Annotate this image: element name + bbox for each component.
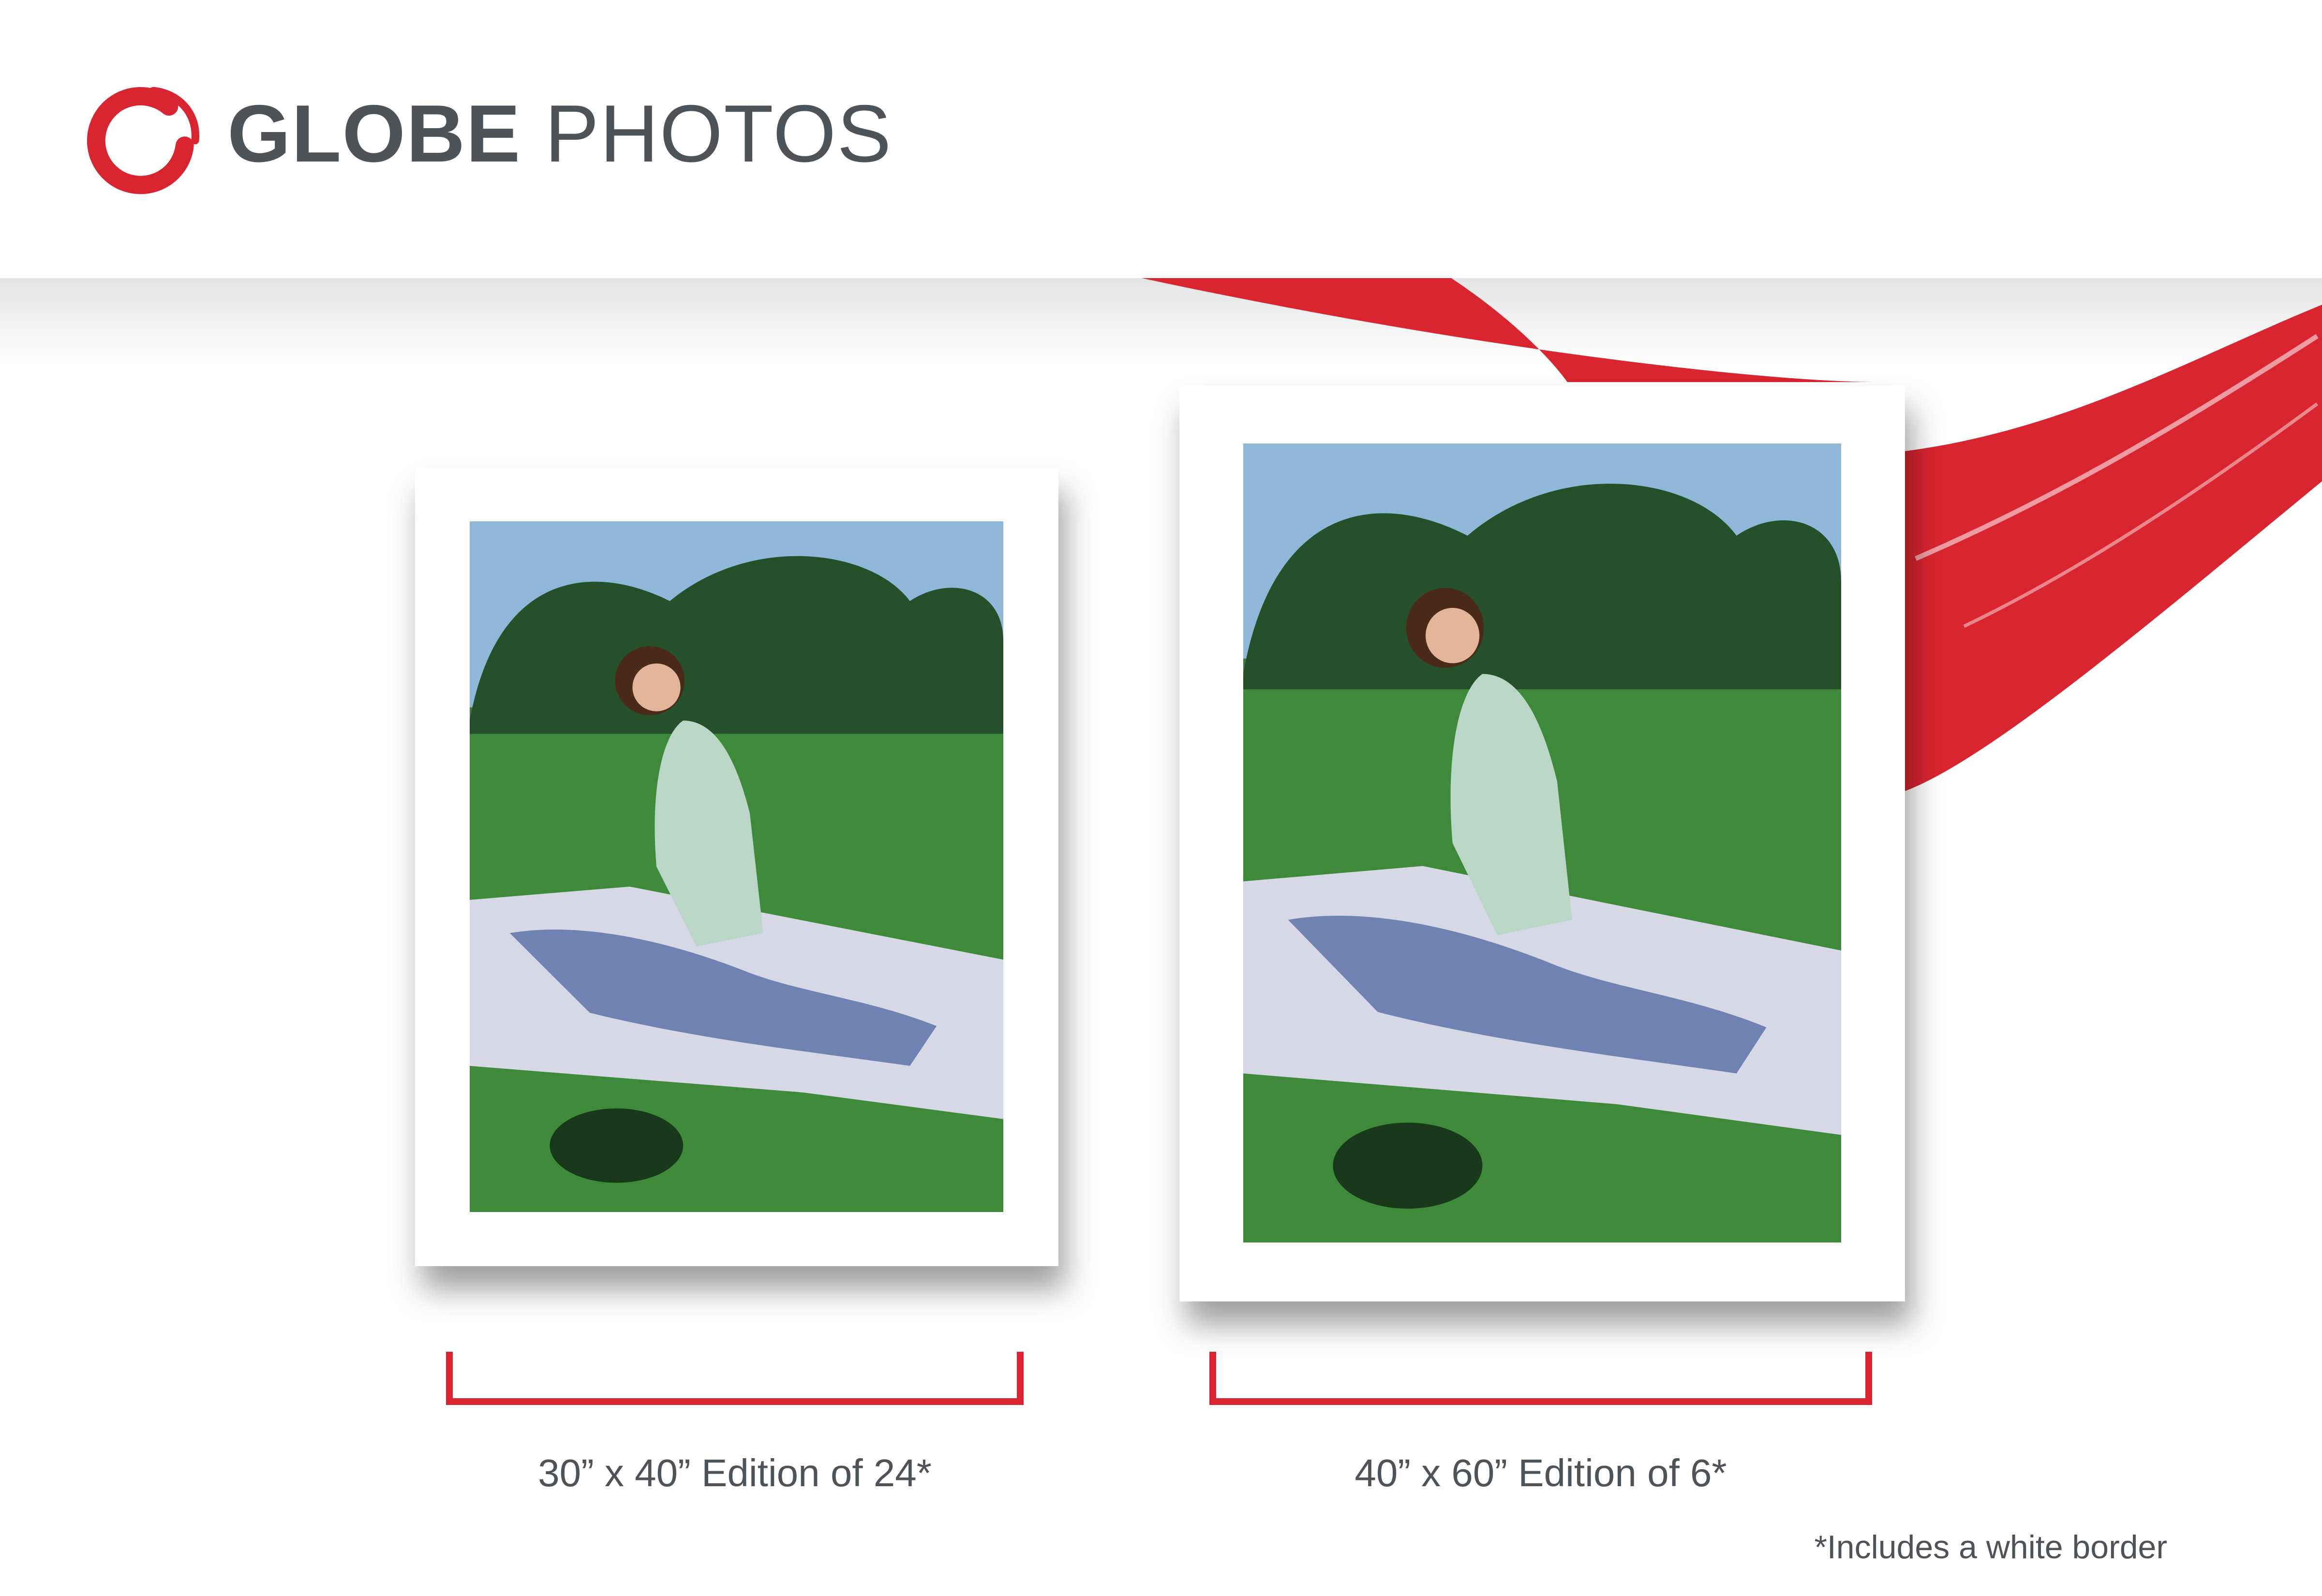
brand-name: GLOBE PHOTOS [227, 93, 892, 174]
print-40x60-photo [1243, 443, 1841, 1242]
print-40x60-label: 40” x 60” Edition of 6* [1354, 1451, 1727, 1494]
print-30x40-label: 30” x 40” Edition of 24* [538, 1451, 932, 1494]
globe-photos-logo-icon [87, 87, 199, 194]
header: GLOBE PHOTOS [0, 0, 2322, 278]
brand-name-light: PHOTOS [545, 88, 893, 179]
border-footnote: *Includes a white border [1814, 1529, 2167, 1566]
print-30x40-photo [470, 521, 1003, 1212]
brand-name-bold: GLOBE [227, 88, 521, 179]
print-30x40-frame [415, 468, 1058, 1266]
size-bracket-30x40 [446, 1352, 1024, 1405]
print-40x60-frame [1179, 385, 1905, 1301]
size-bracket-40x60 [1209, 1352, 1872, 1405]
